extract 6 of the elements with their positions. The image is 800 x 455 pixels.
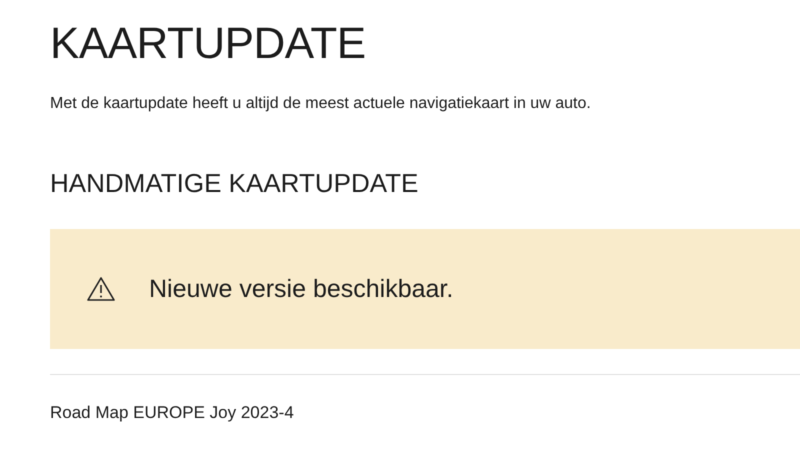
section-title: HANDMATIGE KAARTUPDATE bbox=[50, 167, 420, 199]
alert-message: Nieuwe versie beschikbaar. bbox=[149, 274, 454, 304]
warning-icon bbox=[86, 276, 116, 302]
page-description: Met de kaartupdate heeft u altijd de meest actuele navigatiekaart in uw auto. bbox=[50, 94, 592, 114]
page-title: KAARTUPDATE bbox=[50, 18, 367, 70]
map-version: Road Map EUROPE Joy 2023-4 bbox=[50, 403, 295, 423]
